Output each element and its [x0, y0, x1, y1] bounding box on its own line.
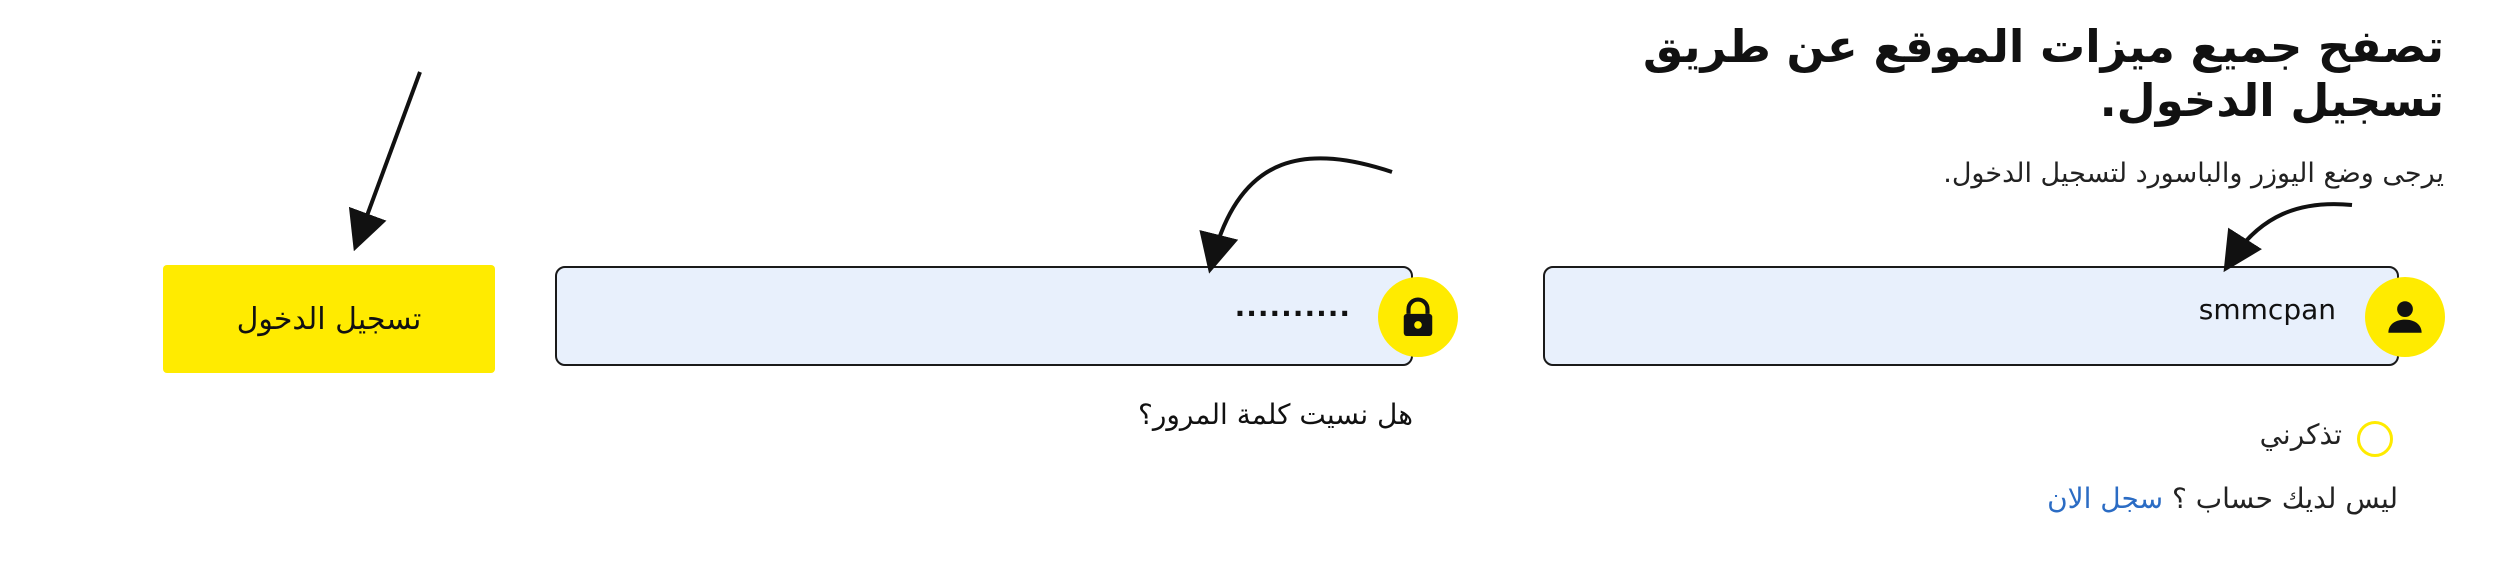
annotation-arrows	[348, 71, 2353, 274]
arrow-to-username-field	[2223, 202, 2353, 273]
arrow-to-login-button	[348, 71, 422, 252]
arrow-to-password-field	[1199, 156, 1393, 274]
